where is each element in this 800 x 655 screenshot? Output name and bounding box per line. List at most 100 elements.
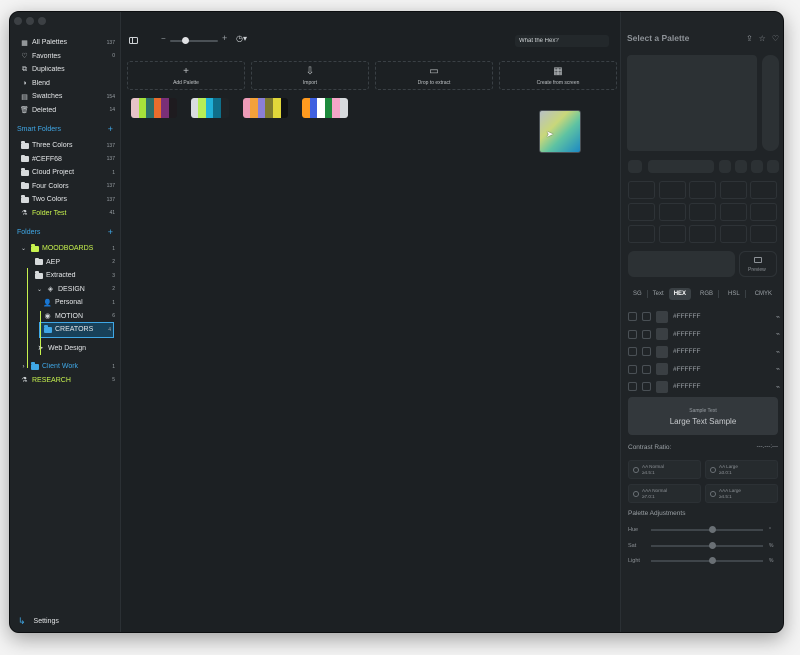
smart-folder-item[interactable]: #CEFF68 137 bbox=[10, 153, 121, 167]
swatch-placeholder bbox=[628, 160, 642, 173]
dragged-image-thumbnail[interactable]: ➤ bbox=[539, 110, 581, 153]
main-area: − + ◷▾ + Add Palette ⇩ Import ▭ Drop to … bbox=[121, 12, 620, 632]
sidebar-item-deleted[interactable]: 🗑 Deleted 14 bbox=[10, 104, 121, 118]
select-checkbox[interactable] bbox=[642, 382, 651, 392]
palette-swatch bbox=[317, 98, 325, 118]
palette-swatch bbox=[161, 98, 169, 118]
lock-checkbox[interactable] bbox=[628, 382, 637, 392]
star-icon[interactable]: ☆ bbox=[759, 34, 766, 43]
smart-folder-item[interactable]: Four Colors 137 bbox=[10, 180, 121, 194]
color-value-row: #FFFFFF ⌁ bbox=[628, 361, 780, 379]
tab-hex[interactable]: HEX bbox=[668, 288, 692, 300]
copy-clip-icon[interactable]: ⌁ bbox=[776, 330, 780, 338]
sidebar-item-swatches[interactable]: ▤ Swatches 154 bbox=[10, 90, 121, 104]
color-value-row: #FFFFFF ⌁ bbox=[628, 326, 780, 344]
tool-placeholder bbox=[735, 160, 747, 173]
tool-placeholder bbox=[751, 160, 763, 173]
smart-folder-item[interactable]: ⚗ Folder Test 41 bbox=[10, 207, 121, 221]
settings-button[interactable]: ↳ Settings bbox=[18, 616, 59, 627]
chevron-down-icon[interactable]: ⌄ bbox=[36, 285, 43, 294]
hex-search-input[interactable] bbox=[515, 35, 609, 47]
lightness-slider[interactable] bbox=[651, 557, 763, 565]
share-icon[interactable]: ⇪ bbox=[746, 34, 753, 43]
copy-clip-icon[interactable]: ⌁ bbox=[776, 348, 780, 356]
palette-adjustments-header: Palette Adjustments bbox=[628, 510, 686, 517]
preview-button[interactable] bbox=[739, 251, 777, 277]
color-grid-cell bbox=[658, 203, 686, 221]
minimize-window-button[interactable] bbox=[26, 17, 34, 25]
zoom-slider[interactable] bbox=[170, 40, 218, 42]
hue-slider-row: Hue ° bbox=[628, 526, 771, 534]
palette-card[interactable] bbox=[190, 98, 229, 118]
toolbar: − + ◷▾ bbox=[121, 33, 620, 49]
select-checkbox[interactable] bbox=[642, 347, 651, 357]
tab-cmyk[interactable]: CMYK bbox=[750, 288, 777, 300]
folder-item-moodboards[interactable]: ⌄ MOODBOARDS 1 bbox=[10, 242, 121, 256]
import-button[interactable]: ⇩ Import bbox=[251, 61, 369, 90]
color-swatch[interactable] bbox=[656, 345, 668, 358]
folder-item-research[interactable]: ⚗ RESEARCH 5 bbox=[10, 374, 121, 388]
color-swatch[interactable] bbox=[656, 363, 668, 376]
chevron-right-icon[interactable]: › bbox=[20, 362, 27, 371]
tab-rgb[interactable]: RGB bbox=[695, 288, 718, 300]
create-from-screen-button[interactable]: ▦ Create from screen bbox=[499, 61, 617, 90]
tab-sg[interactable]: SG bbox=[628, 288, 647, 300]
folders-header: Folders + bbox=[17, 227, 113, 237]
tab-text[interactable]: Text bbox=[648, 288, 669, 300]
hue-slider-handle[interactable] bbox=[709, 526, 716, 534]
sidebar-item-blend[interactable]: ◑ Blend bbox=[10, 77, 121, 91]
zoom-out-button[interactable]: − bbox=[161, 34, 166, 43]
copy-clip-icon[interactable]: ⌁ bbox=[776, 365, 780, 373]
palette-card[interactable] bbox=[242, 98, 289, 118]
folder-item-creators[interactable]: CREATORS 4 bbox=[39, 322, 114, 338]
add-smart-folder-button[interactable]: + bbox=[108, 124, 113, 134]
heart-icon[interactable]: ♡ bbox=[772, 34, 779, 43]
drop-to-extract-button[interactable]: ▭ Drop to extract bbox=[375, 61, 493, 90]
select-checkbox[interactable] bbox=[642, 329, 651, 339]
color-value-row: #FFFFFF ⌁ bbox=[628, 378, 780, 396]
status-dot-icon bbox=[710, 466, 716, 473]
smart-folder-item[interactable]: Two Colors 137 bbox=[10, 193, 121, 207]
hue-slider[interactable] bbox=[651, 526, 763, 534]
color-grid-cell bbox=[750, 203, 777, 221]
copy-clip-icon[interactable]: ⌁ bbox=[776, 383, 780, 391]
lock-checkbox[interactable] bbox=[628, 364, 637, 374]
select-checkbox[interactable] bbox=[642, 312, 651, 322]
zoom-slider-handle[interactable] bbox=[182, 37, 189, 44]
inspector-title: Select a Palette bbox=[627, 33, 690, 43]
zoom-in-button[interactable]: + bbox=[222, 33, 227, 43]
folder-item-aep[interactable]: AEP 2 bbox=[10, 256, 121, 270]
lock-checkbox[interactable] bbox=[628, 312, 637, 322]
zoom-window-button[interactable] bbox=[38, 17, 46, 25]
color-swatch[interactable] bbox=[656, 380, 668, 393]
color-swatch[interactable] bbox=[656, 328, 668, 341]
lock-checkbox[interactable] bbox=[628, 347, 637, 357]
history-icon[interactable]: ◷▾ bbox=[236, 34, 247, 43]
tab-hsl[interactable]: HSL bbox=[723, 288, 745, 300]
contrast-check-aaa-large: AAA Large ≥4.5:1 bbox=[705, 484, 778, 503]
sidebar-item-favorites[interactable]: ♡ Favorites 0 bbox=[10, 50, 121, 64]
select-checkbox[interactable] bbox=[642, 364, 651, 374]
screen-grid-icon: ▦ bbox=[553, 65, 563, 77]
close-window-button[interactable] bbox=[14, 17, 22, 25]
lock-checkbox[interactable] bbox=[628, 329, 637, 339]
sidebar-toggle-icon[interactable] bbox=[129, 37, 138, 44]
add-palette-button[interactable]: + Add Palette bbox=[127, 61, 245, 90]
palette-swatch bbox=[138, 98, 147, 118]
saturation-slider[interactable] bbox=[651, 542, 763, 550]
saturation-slider-handle[interactable] bbox=[709, 542, 716, 550]
palette-swatch bbox=[257, 98, 266, 118]
lightness-slider-handle[interactable] bbox=[709, 557, 716, 565]
copy-clip-icon[interactable]: ⌁ bbox=[776, 313, 780, 321]
color-swatch[interactable] bbox=[656, 310, 668, 323]
smart-folder-item[interactable]: Cloud Project 1 bbox=[10, 166, 121, 180]
palette-preview-placeholder bbox=[627, 55, 757, 151]
smart-folder-item[interactable]: Three Colors 137 bbox=[10, 139, 121, 153]
add-folder-button[interactable]: + bbox=[108, 227, 113, 237]
palette-card[interactable] bbox=[302, 98, 348, 118]
sidebar-item-all-palettes[interactable]: ▦ All Palettes 137 bbox=[10, 36, 121, 50]
palette-card[interactable] bbox=[131, 98, 177, 118]
chevron-down-icon[interactable]: ⌄ bbox=[20, 244, 27, 253]
name-placeholder bbox=[648, 160, 714, 173]
sidebar-item-duplicates[interactable]: ⧉ Duplicates bbox=[10, 63, 121, 77]
